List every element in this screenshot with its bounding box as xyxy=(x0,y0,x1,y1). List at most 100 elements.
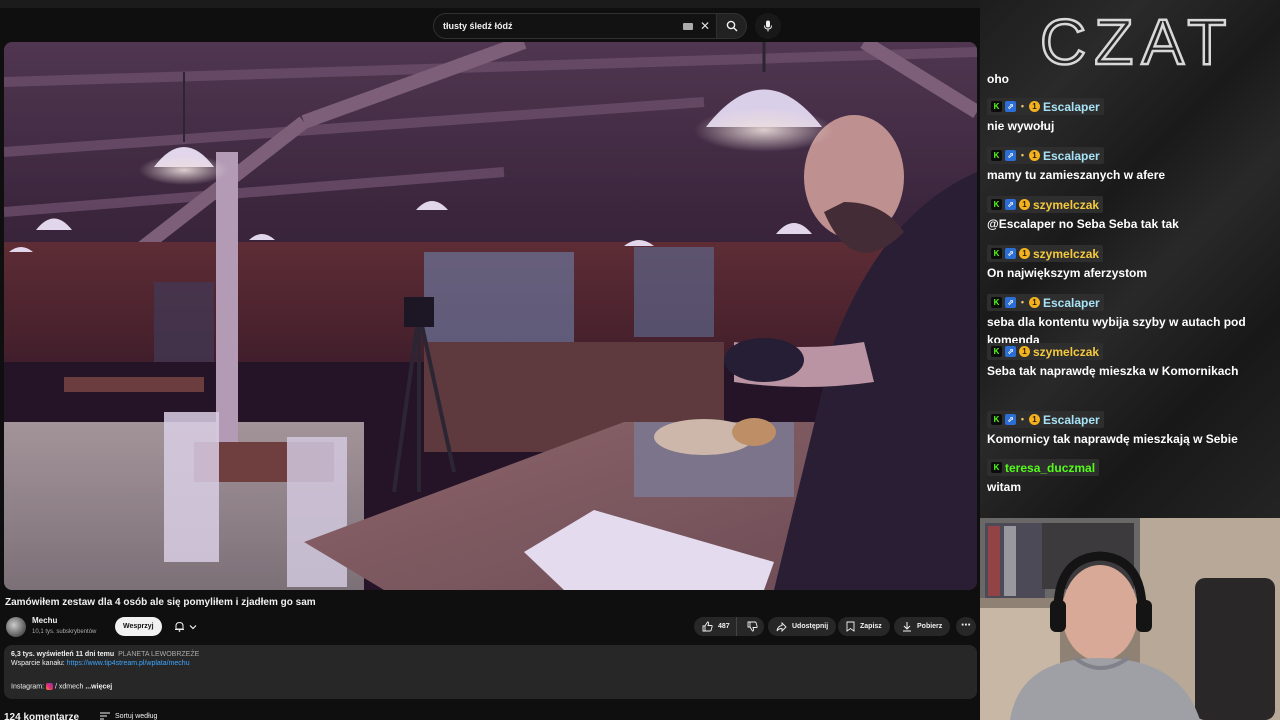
bell-icon xyxy=(174,621,184,632)
chat-username-tag[interactable]: K ⇗ 1 szymelczak xyxy=(987,196,1104,213)
more-actions-button[interactable]: ⋯ xyxy=(956,617,976,636)
chat-username[interactable]: Escalaper xyxy=(1043,296,1100,310)
instagram-handle[interactable]: / xdmech xyxy=(55,683,83,690)
chat-header: CZAT xyxy=(1040,8,1234,72)
like-dislike-group: 487 xyxy=(694,617,764,636)
top-bar: ✕ xyxy=(0,0,980,42)
instagram-icon xyxy=(46,683,54,690)
chat-username-tag[interactable]: K ⇗ • 1 Escalaper xyxy=(987,294,1104,311)
sub-months-badge-icon: 1 xyxy=(1029,150,1040,161)
support-button[interactable]: Wesprzyj xyxy=(115,617,162,636)
subscriber-badge-icon: ⇗ xyxy=(1005,297,1016,308)
webcam-feed xyxy=(980,518,1280,720)
kick-badge-icon: K xyxy=(991,462,1002,473)
chat-message-text: nie wywołuj xyxy=(987,119,1055,133)
save-button[interactable]: Zapisz xyxy=(838,617,890,636)
chat-username-tag[interactable]: K ⇗ 1 szymelczak xyxy=(987,245,1104,262)
sort-icon xyxy=(100,712,110,720)
subscriber-count: 10,1 tys. subskrybentów xyxy=(32,629,97,635)
subscriber-badge-icon: ⇗ xyxy=(1005,346,1016,357)
channel-name[interactable]: Mechu xyxy=(32,616,57,625)
video-title: Zamówiłem zestaw dla 4 osób ale się pomy… xyxy=(5,597,316,608)
channel-avatar[interactable] xyxy=(6,617,26,637)
support-text: Wsparcie kanału: xyxy=(11,660,65,667)
subscriber-badge-icon: ⇗ xyxy=(1005,248,1016,259)
show-more-link[interactable]: ...więcej xyxy=(85,683,112,690)
chat-message-text: Komornicy tak naprawdę mieszkają w Sebie xyxy=(987,432,1238,446)
download-button[interactable]: Pobierz xyxy=(894,617,951,636)
webcam-frame xyxy=(980,518,1280,720)
kick-badge-icon: K xyxy=(991,346,1002,357)
chat-message-text: On największym aferzystom xyxy=(987,266,1148,280)
hashtag[interactable]: PLANETA LEWOBRZEŻE xyxy=(118,651,199,658)
lightbulb-badge-icon: • xyxy=(1020,150,1025,160)
download-icon xyxy=(903,622,911,632)
chat-message: Kteresa_duczmal witam xyxy=(987,457,1272,496)
sub-months-badge-icon: 1 xyxy=(1019,199,1030,210)
kick-badge-icon: K xyxy=(991,199,1002,210)
voice-search-button[interactable] xyxy=(755,13,781,39)
description-box[interactable]: 6,3 tys. wyświetleń 11 dni temu PLANETA L… xyxy=(4,645,977,699)
thumb-up-icon xyxy=(702,621,713,632)
chat-panel: CZAT oho K ⇗ • 1 Escalaper nie wywołuj K ⇗ • 1 Esc… xyxy=(980,0,1280,518)
chat-username[interactable]: szymelczak xyxy=(1033,247,1099,261)
chat-username-tag[interactable]: K ⇗ 1 szymelczak xyxy=(987,343,1104,360)
chevron-down-icon xyxy=(189,624,196,629)
subscriber-badge-icon: ⇗ xyxy=(1005,414,1016,425)
sub-months-badge-icon: 1 xyxy=(1019,346,1030,357)
dislike-button[interactable] xyxy=(742,617,764,636)
chat-username[interactable]: Escalaper xyxy=(1043,413,1100,427)
chat-username-tag[interactable]: K ⇗ • 1 Escalaper xyxy=(987,98,1104,115)
like-count: 487 xyxy=(718,623,730,630)
chat-username[interactable]: Escalaper xyxy=(1043,100,1100,114)
lightbulb-badge-icon: • xyxy=(1020,414,1025,424)
like-button[interactable]: 487 xyxy=(694,617,737,636)
sub-months-badge-icon: 1 xyxy=(1029,101,1040,112)
chat-username[interactable]: szymelczak xyxy=(1033,345,1099,359)
sub-months-badge-icon: 1 xyxy=(1029,297,1040,308)
chat-header-text: CZAT xyxy=(1040,8,1234,72)
share-button[interactable]: Udostępnij xyxy=(768,617,837,636)
sub-months-badge-icon: 1 xyxy=(1019,248,1030,259)
chat-username[interactable]: Escalaper xyxy=(1043,149,1100,163)
search-input[interactable] xyxy=(443,21,683,31)
chat-username[interactable]: teresa_duczmal xyxy=(1005,461,1095,475)
chat-message: K ⇗ • 1 Escalaper nie wywołuj xyxy=(987,96,1272,135)
mic-icon xyxy=(764,20,772,32)
keyboard-icon[interactable] xyxy=(683,22,693,30)
search-icon xyxy=(726,20,737,32)
clear-icon[interactable]: ✕ xyxy=(698,19,712,33)
chat-username-tag[interactable]: K ⇗ • 1 Escalaper xyxy=(987,411,1104,428)
sort-comments-button[interactable]: Sortuj według xyxy=(100,712,157,720)
comments-count: 124 komentarze xyxy=(4,712,80,720)
save-label: Zapisz xyxy=(860,623,882,630)
subscriber-badge-icon: ⇗ xyxy=(1005,101,1016,112)
search-button[interactable] xyxy=(717,13,747,39)
notifications-button[interactable] xyxy=(166,617,204,636)
lightbulb-badge-icon: • xyxy=(1020,101,1025,111)
instagram-label: Instagram: xyxy=(11,683,45,691)
sub-months-badge-icon: 1 xyxy=(1029,414,1040,425)
chat-username-tag[interactable]: Kteresa_duczmal xyxy=(987,459,1100,476)
kick-badge-icon: K xyxy=(991,297,1002,308)
chat-message: K ⇗ • 1 Escalaper mamy tu zamieszanych w afer… xyxy=(987,145,1272,184)
views-and-date: 6,3 tys. wyświetleń 11 dni temu xyxy=(11,651,115,658)
chat-message: K ⇗ 1 szymelczak Seba tak naprawdę mieszka w… xyxy=(987,341,1272,380)
video-frame xyxy=(4,42,977,590)
chat-username[interactable]: szymelczak xyxy=(1033,198,1099,212)
instagram-line: Instagram: / xdmech ...więcej xyxy=(11,683,112,690)
support-line: Wsparcie kanału: https://www.tip4stream.… xyxy=(11,660,970,667)
kick-badge-icon: K xyxy=(991,101,1002,112)
chat-username-tag[interactable]: K ⇗ • 1 Escalaper xyxy=(987,147,1104,164)
support-link[interactable]: https://www.tip4stream.pl/wplata/mechu xyxy=(67,660,190,667)
thumb-down-icon xyxy=(748,621,759,632)
view-stats: 6,3 tys. wyświetleń 11 dni temu PLANETA L… xyxy=(11,651,970,658)
chat-message-text: mamy tu zamieszanych w afere xyxy=(987,168,1166,182)
kick-badge-icon: K xyxy=(991,248,1002,259)
video-player[interactable] xyxy=(4,42,977,590)
subscriber-badge-icon: ⇗ xyxy=(1005,199,1016,210)
search-box[interactable]: ✕ xyxy=(433,13,717,39)
bookmark-icon xyxy=(846,621,855,632)
lightbulb-badge-icon: • xyxy=(1020,297,1025,307)
chat-message: K ⇗ • 1 Escalaper Komornicy tak naprawdę mies… xyxy=(987,409,1272,448)
